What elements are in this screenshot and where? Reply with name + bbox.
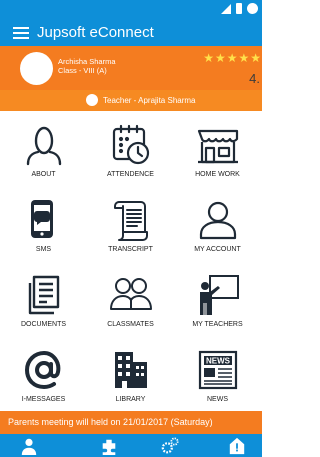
star-rating: ★★★★★ bbox=[203, 51, 262, 65]
library-building-icon bbox=[115, 352, 147, 388]
menu-item-label: NEWS bbox=[207, 396, 228, 403]
status-bar bbox=[0, 0, 262, 18]
menu-item-label: MY ACCOUNT bbox=[194, 246, 241, 253]
signal-icon bbox=[221, 4, 231, 14]
class-teacher-bar: Teacher - Aprajita Sharma bbox=[0, 90, 262, 111]
student-avatar[interactable] bbox=[20, 52, 53, 85]
menu-item-label: HOME WORK bbox=[195, 171, 240, 178]
student-name: Archisha Sharma bbox=[58, 57, 116, 66]
gears-icon[interactable] bbox=[161, 437, 179, 455]
menu-item-library[interactable]: LIBRARY bbox=[87, 336, 174, 411]
svg-text:NEWS: NEWS bbox=[206, 357, 231, 366]
clock-icon bbox=[247, 3, 258, 14]
menu-item-sms[interactable]: SMS bbox=[0, 186, 87, 261]
phone-chat-icon bbox=[31, 200, 53, 238]
group-people-icon bbox=[110, 278, 152, 310]
menu-item-news[interactable]: NEWS NEWS bbox=[174, 336, 261, 411]
menu-item-my-account[interactable]: MY ACCOUNT bbox=[174, 186, 261, 261]
menu-item-label: MY TEACHERS bbox=[192, 321, 243, 328]
menu-item-i-messages[interactable]: I-MESSAGES bbox=[0, 336, 87, 411]
menu-item-transcript[interactable]: TRANSCRIPT bbox=[87, 186, 174, 261]
menu-item-label: ABOUT bbox=[31, 171, 56, 178]
student-profile: Archisha Sharma Class - VIII (A) ★★★★★ 4… bbox=[0, 46, 262, 90]
rating-value: 4. bbox=[249, 71, 260, 86]
menu-item-homework[interactable]: HOME WORK bbox=[174, 111, 261, 186]
menu-item-about[interactable]: ABOUT bbox=[0, 111, 87, 186]
person-nav-icon[interactable] bbox=[20, 437, 38, 455]
notice-bar[interactable]: Parents meeting will held on 21/01/2017 … bbox=[0, 411, 262, 434]
menu-item-attendance[interactable]: ATTENDENCE bbox=[87, 111, 174, 186]
person-outline-icon bbox=[26, 126, 62, 166]
newspaper-icon: NEWS bbox=[198, 350, 238, 390]
menu-item-label: ATTENDENCE bbox=[107, 171, 154, 178]
teacher-avatar bbox=[86, 94, 98, 106]
notice-text: Parents meeting will held on 21/01/2017 … bbox=[8, 417, 213, 427]
hamburger-menu-icon[interactable] bbox=[13, 27, 29, 39]
menu-item-my-teachers[interactable]: MY TEACHERS bbox=[174, 261, 261, 336]
teacher-board-icon bbox=[200, 275, 239, 315]
menu-grid: ABOUT ATTENDENCE HOME WORK SMS TRANSCRIP… bbox=[0, 111, 262, 411]
menu-item-label: SMS bbox=[35, 246, 52, 253]
app-bar: Jupsoft eConnect bbox=[0, 18, 262, 46]
calendar-clock-icon bbox=[112, 124, 150, 165]
class-teacher-name: Teacher - Aprajita Sharma bbox=[103, 96, 196, 105]
menu-item-label: DOCUMENTS bbox=[20, 321, 67, 328]
alert-home-icon[interactable] bbox=[228, 437, 246, 455]
user-account-icon bbox=[199, 201, 237, 240]
menu-item-documents[interactable]: DOCUMENTS bbox=[0, 261, 87, 336]
battery-icon bbox=[236, 3, 242, 14]
menu-item-label: CLASSMATES bbox=[107, 321, 154, 328]
menu-item-label: I-MESSAGES bbox=[21, 396, 66, 403]
storefront-icon bbox=[197, 129, 239, 164]
menu-item-classmates[interactable]: CLASSMATES bbox=[87, 261, 174, 336]
app-title: Jupsoft eConnect bbox=[37, 24, 154, 41]
menu-item-label: TRANSCRIPT bbox=[108, 246, 153, 253]
student-class: Class - VIII (A) bbox=[58, 66, 107, 75]
puzzle-icon[interactable] bbox=[100, 437, 118, 455]
scroll-document-icon bbox=[114, 201, 148, 241]
documents-icon bbox=[28, 275, 60, 315]
at-sign-icon bbox=[24, 350, 61, 390]
menu-item-label: LIBRARY bbox=[115, 396, 146, 403]
bottom-nav bbox=[0, 434, 262, 457]
